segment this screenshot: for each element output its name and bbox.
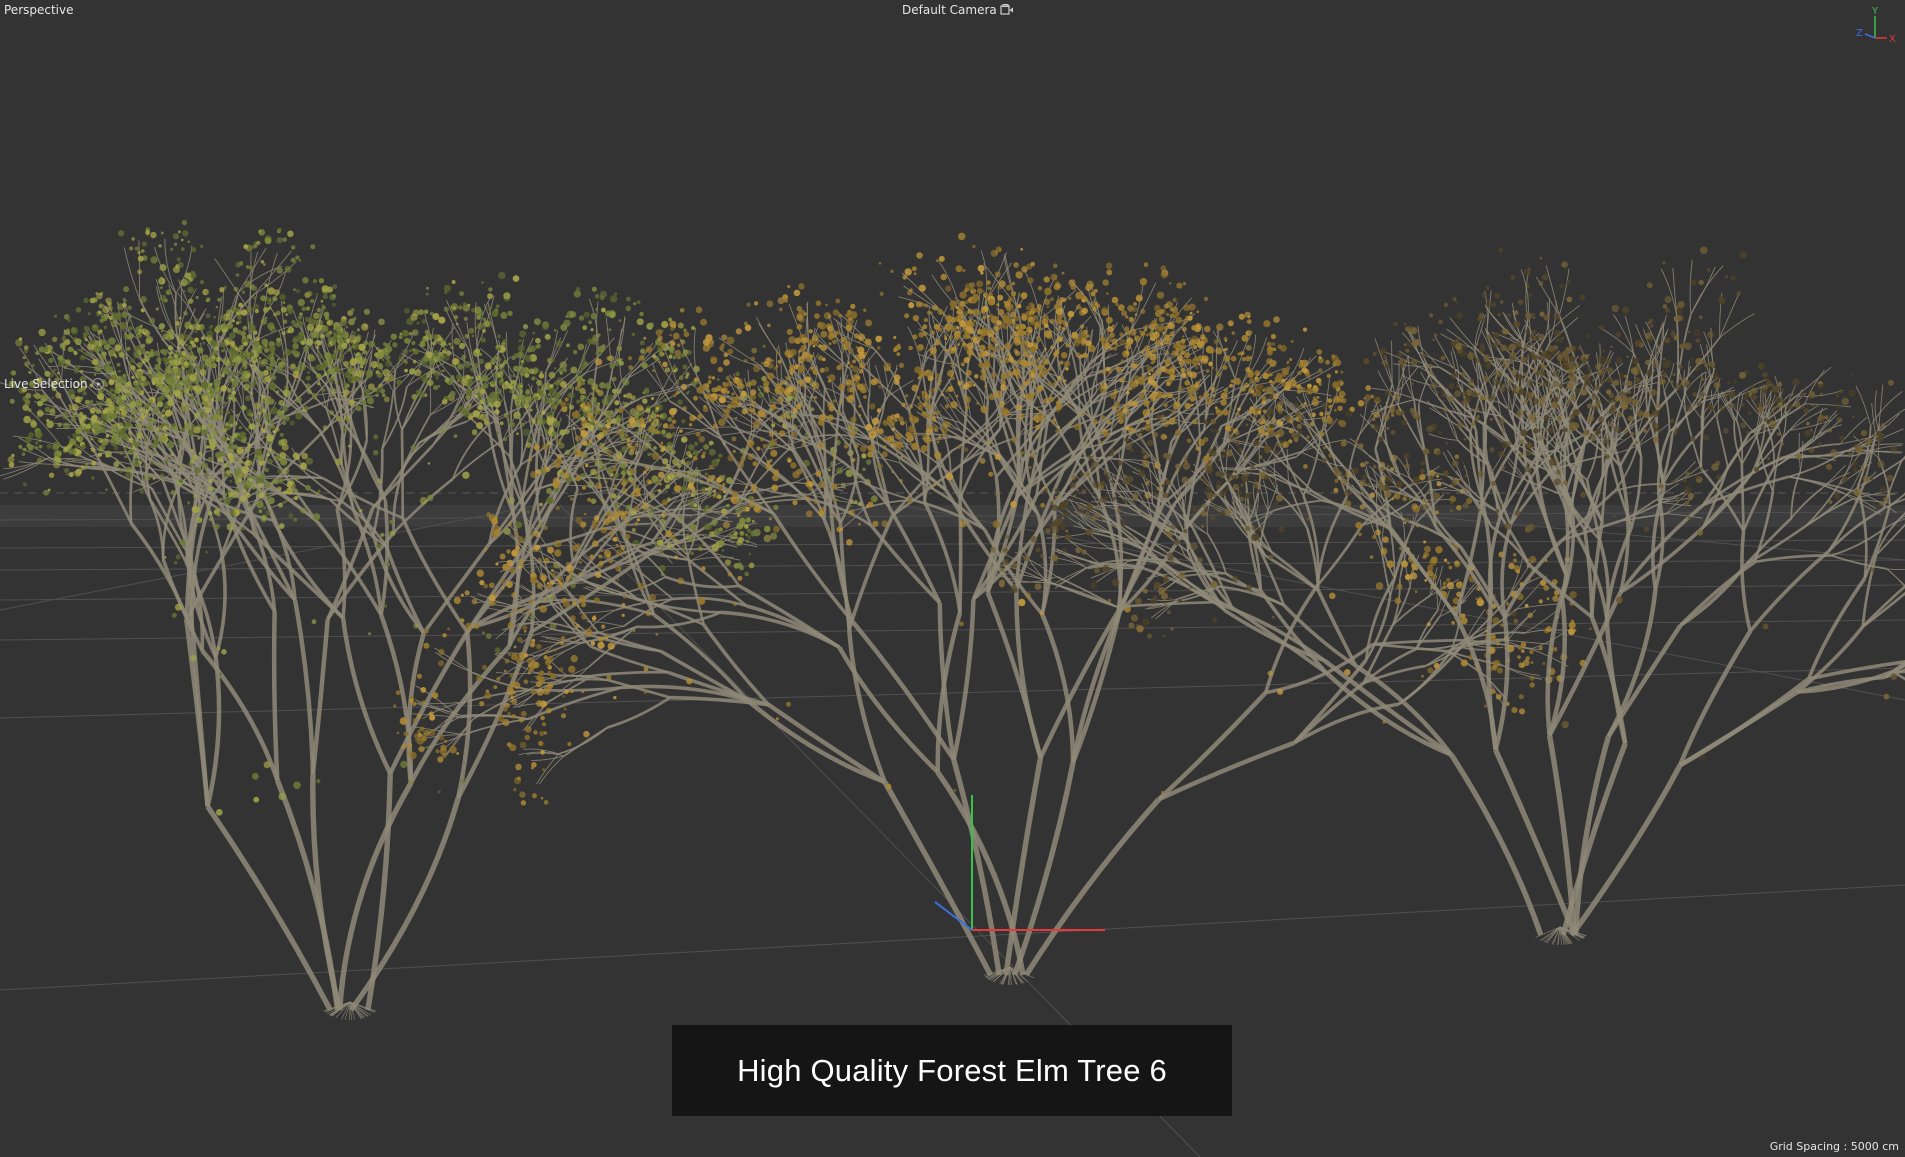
grid-spacing-readout: Grid Spacing : 5000 cm bbox=[1769, 1140, 1899, 1153]
title-banner: High Quality Forest Elm Tree 6 bbox=[672, 1025, 1232, 1116]
tree-elm-tree-autumn[interactable] bbox=[393, 232, 1592, 986]
axis-z-label: Z bbox=[1856, 28, 1863, 39]
tree-elm-tree-summer[interactable] bbox=[0, 219, 878, 1021]
axis-x-label: X bbox=[1889, 34, 1896, 44]
camera-icon[interactable] bbox=[1000, 4, 1014, 16]
axis-gizmo-icon: Y X Z bbox=[1856, 6, 1896, 44]
banner-title: High Quality Forest Elm Tree 6 bbox=[737, 1052, 1167, 1088]
camera-name[interactable]: Default Camera bbox=[902, 3, 997, 17]
live-selection-icon[interactable] bbox=[91, 378, 104, 390]
viewport-view-name[interactable]: Perspective bbox=[4, 3, 74, 17]
active-tool-indicator[interactable]: Live Selection bbox=[4, 377, 104, 391]
camera-selector[interactable]: Default Camera bbox=[902, 3, 1014, 17]
3d-viewport[interactable]: Perspective Default Camera Live Selectio… bbox=[0, 0, 1905, 1157]
active-tool-label: Live Selection bbox=[4, 377, 88, 391]
scene-canvas[interactable] bbox=[0, 0, 1905, 1157]
axis-y-label: Y bbox=[1871, 6, 1879, 17]
trees-layer[interactable] bbox=[0, 219, 1905, 1021]
